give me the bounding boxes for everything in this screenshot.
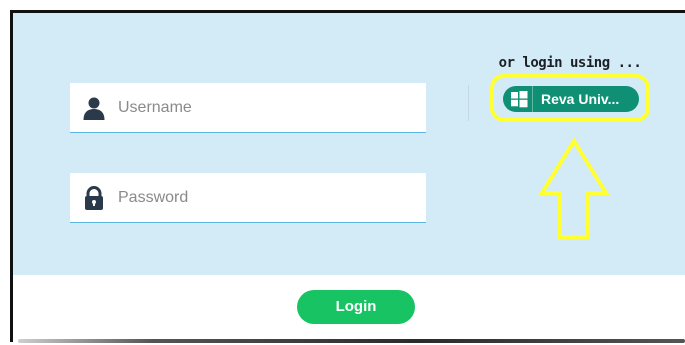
username-input[interactable] <box>118 95 408 121</box>
vertical-divider <box>468 85 469 121</box>
up-arrow-annotation <box>538 138 610 239</box>
highlight-annotation <box>490 74 650 122</box>
login-panel: or login using ... Reva Univ... <box>13 13 685 275</box>
user-icon <box>83 97 105 120</box>
or-login-using-label: or login using ... <box>498 55 642 71</box>
lock-icon <box>85 186 103 210</box>
username-field[interactable] <box>70 83 426 133</box>
card-shadow <box>18 339 685 343</box>
login-card-frame: or login using ... Reva Univ... Login <box>10 10 685 342</box>
password-input[interactable] <box>118 185 408 211</box>
password-field[interactable] <box>70 173 426 223</box>
login-button[interactable]: Login <box>297 290 415 324</box>
